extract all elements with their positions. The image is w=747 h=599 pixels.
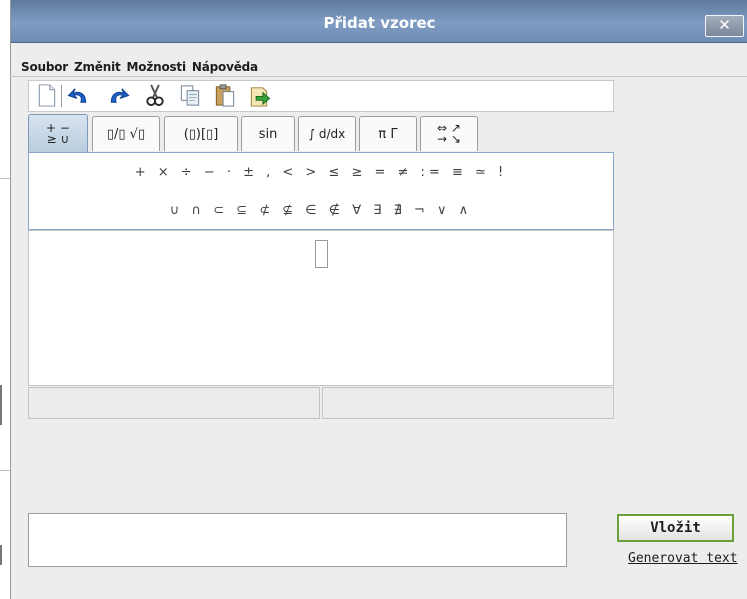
undo-icon[interactable] — [66, 83, 90, 108]
toolbar — [28, 80, 614, 112]
formula-editor[interactable] — [28, 230, 614, 386]
generate-text-link[interactable]: Generovat text — [628, 551, 738, 566]
background-line — [0, 385, 2, 425]
title-bar[interactable]: Přidat vzorec ✕ — [11, 0, 747, 43]
window-title: Přidat vzorec — [323, 14, 436, 32]
redo-icon[interactable] — [107, 83, 131, 108]
close-button[interactable]: ✕ — [705, 15, 744, 37]
insert-button[interactable]: Vložit — [617, 514, 734, 542]
symbol-row[interactable]: ∪ ∩ ⊂ ⊆ ⊄ ⊈ ∈ ∉ ∀ ∃ ∄ ¬ ∨ ∧ — [29, 203, 613, 218]
menu-bar: Soubor Změnit Možnosti Nápověda — [21, 56, 264, 74]
copy-icon[interactable] — [178, 83, 202, 108]
tab-greek[interactable]: π Γ — [359, 116, 417, 151]
cut-icon[interactable] — [143, 83, 167, 108]
symbol-row[interactable]: + × ÷ − · ± , < > ≤ ≥ = ≠ := ≡ ≃ ! — [29, 165, 613, 180]
tab-fractions-roots[interactable]: ▯/▯ √▯ — [92, 116, 160, 151]
status-field-left — [28, 387, 320, 419]
toolbar-separator — [61, 85, 62, 107]
menu-divider — [10, 76, 747, 77]
background-line — [0, 178, 10, 179]
text-output-field[interactable] — [28, 513, 567, 567]
status-field-right — [322, 387, 614, 419]
menu-soubor[interactable]: Soubor — [21, 60, 68, 74]
tab-arrows[interactable]: ⇔ ↗ → ↘ — [420, 116, 478, 151]
tab-calculus[interactable]: ∫ d/dx — [298, 116, 356, 151]
placeholder-box[interactable] — [315, 240, 328, 268]
background-line — [0, 545, 2, 565]
import-icon[interactable] — [248, 83, 272, 108]
tab-brackets[interactable]: (▯)[▯] — [164, 116, 238, 151]
menu-zmenit[interactable]: Změnit — [74, 60, 121, 74]
background-line — [0, 470, 10, 471]
tab-operators[interactable]: + − ≥ ∪ — [28, 114, 88, 152]
tab-functions[interactable]: sin — [241, 116, 295, 151]
menu-napoveda[interactable]: Nápověda — [192, 60, 258, 74]
symbol-palette: + × ÷ − · ± , < > ≤ ≥ = ≠ := ≡ ≃ ! ∪ ∩ ⊂… — [28, 152, 614, 230]
paste-icon[interactable] — [213, 83, 237, 108]
new-icon[interactable] — [35, 83, 59, 108]
menu-moznosti[interactable]: Možnosti — [127, 60, 187, 74]
